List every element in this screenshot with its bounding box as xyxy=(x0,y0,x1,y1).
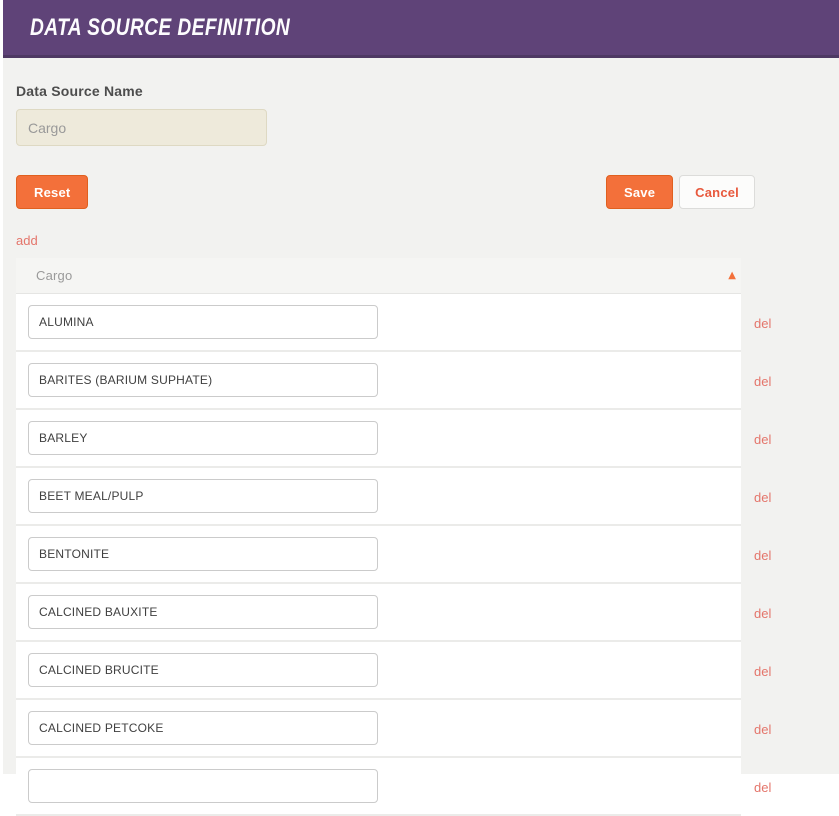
save-button[interactable]: Save xyxy=(606,175,673,209)
delete-row-link[interactable]: del xyxy=(754,374,771,389)
delete-row-link[interactable]: del xyxy=(754,548,771,563)
cargo-value-input[interactable] xyxy=(28,769,378,803)
cargo-column-label: Cargo xyxy=(36,268,72,283)
table-row: del xyxy=(16,294,839,352)
delete-cell: del xyxy=(741,294,771,352)
table-cell xyxy=(16,410,741,468)
delete-row-link[interactable]: del xyxy=(754,664,771,679)
main-content: Data Source Name Reset Save Cancel add C… xyxy=(3,83,839,816)
table-row: del xyxy=(16,642,839,700)
actions-row: Reset Save Cancel xyxy=(16,175,755,209)
table-row: del xyxy=(16,410,839,468)
table-cell xyxy=(16,352,741,410)
cargo-value-input[interactable] xyxy=(28,421,378,455)
cargo-table: Cargo ▲ del del xyxy=(16,258,839,816)
cancel-button[interactable]: Cancel xyxy=(679,175,755,209)
table-cell xyxy=(16,700,741,758)
table-cell xyxy=(16,584,741,642)
delete-row-link[interactable]: del xyxy=(754,780,771,795)
cargo-value-input[interactable] xyxy=(28,363,378,397)
data-source-name-input[interactable] xyxy=(16,109,267,146)
cargo-value-input[interactable] xyxy=(28,305,378,339)
delete-row-link[interactable]: del xyxy=(754,490,771,505)
delete-cell: del xyxy=(741,642,771,700)
table-row: del xyxy=(16,468,839,526)
table-row: del xyxy=(16,526,839,584)
table-row: del xyxy=(16,700,839,758)
page: DATA SOURCE DEFINITION Data Source Name … xyxy=(3,0,839,774)
delete-cell: del xyxy=(741,410,771,468)
cargo-column-header[interactable]: Cargo ▲ xyxy=(16,258,741,294)
cargo-value-input[interactable] xyxy=(28,537,378,571)
table-cell xyxy=(16,526,741,584)
table-cell xyxy=(16,468,741,526)
table-cell xyxy=(16,642,741,700)
table-row-partial: del xyxy=(16,758,839,816)
delete-cell: del xyxy=(741,526,771,584)
delete-cell: del xyxy=(741,758,771,816)
delete-row-link[interactable]: del xyxy=(754,316,771,331)
delete-cell: del xyxy=(741,700,771,758)
delete-row-link[interactable]: del xyxy=(754,722,771,737)
delete-row-link[interactable]: del xyxy=(754,432,771,447)
delete-row-link[interactable]: del xyxy=(754,606,771,621)
cargo-value-input[interactable] xyxy=(28,653,378,687)
delete-cell: del xyxy=(741,468,771,526)
reset-button[interactable]: Reset xyxy=(16,175,88,209)
cargo-value-input[interactable] xyxy=(28,711,378,745)
add-row-link[interactable]: add xyxy=(16,233,38,248)
save-cancel-group: Save Cancel xyxy=(606,175,755,209)
table-cell xyxy=(16,294,741,352)
table-row: del xyxy=(16,584,839,642)
cargo-value-input[interactable] xyxy=(28,595,378,629)
delete-cell: del xyxy=(741,584,771,642)
table-row: del xyxy=(16,352,839,410)
delete-cell: del xyxy=(741,352,771,410)
cargo-value-input[interactable] xyxy=(28,479,378,513)
page-header-banner: DATA SOURCE DEFINITION xyxy=(3,0,839,58)
table-cell xyxy=(16,758,741,816)
page-title: DATA SOURCE DEFINITION xyxy=(30,14,290,42)
sort-ascending-icon[interactable]: ▲ xyxy=(728,270,736,281)
data-source-name-label: Data Source Name xyxy=(16,83,839,99)
